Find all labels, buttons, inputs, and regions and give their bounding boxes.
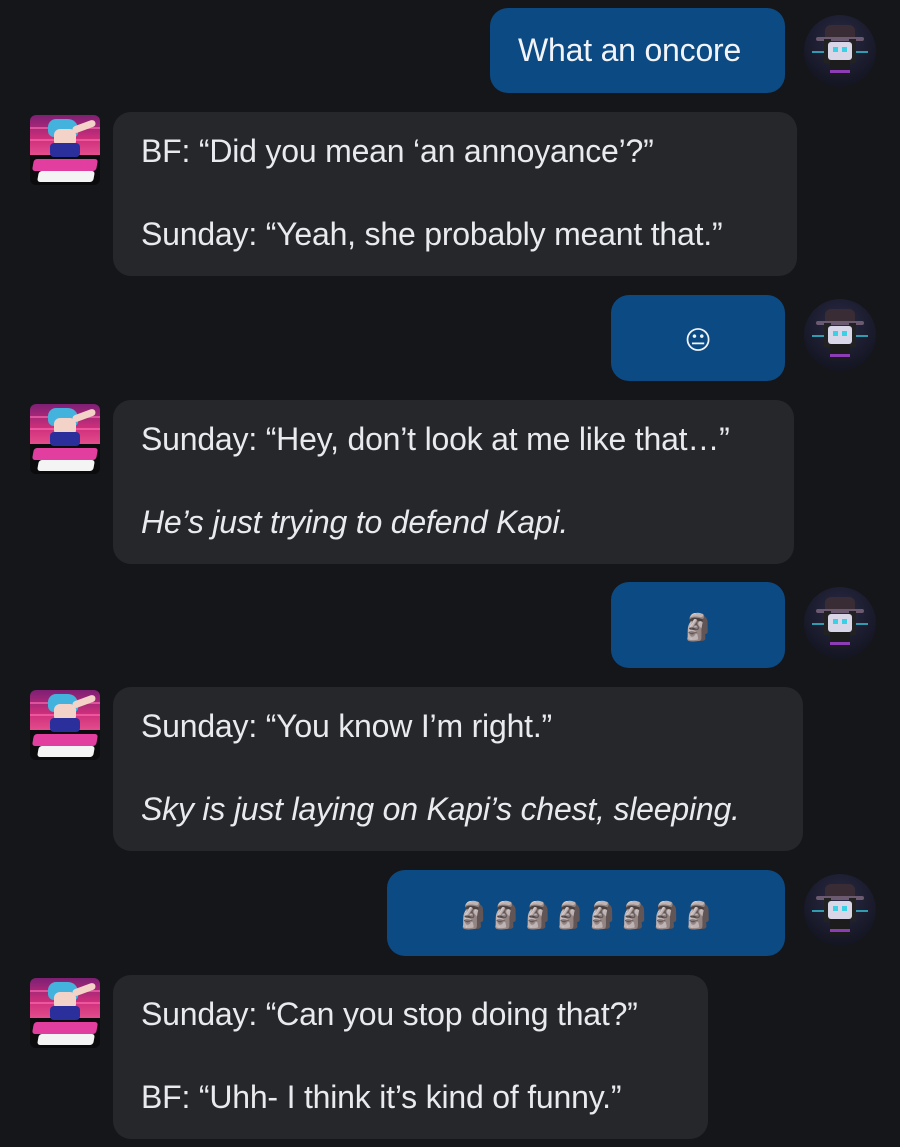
- message-text: 🗿: [681, 612, 715, 642]
- message-text: 🗿🗿🗿🗿🗿🗿🗿🗿: [457, 900, 715, 930]
- message-row: 🗿🗿🗿🗿🗿🗿🗿🗿: [0, 860, 900, 965]
- user-message-bubble[interactable]: 😐: [611, 295, 785, 381]
- message-row: Sunday: “Can you stop doing that?” BF: “…: [0, 965, 900, 1147]
- bot-avatar-icon[interactable]: [30, 978, 100, 1048]
- message-text: 😐: [684, 325, 712, 355]
- message-line: BF: “Uhh- I think it’s kind of funny.”: [141, 1079, 622, 1115]
- message-row: 🗿: [0, 575, 900, 680]
- message-row: BF: “Did you mean ‘an annoyance’?” Sunda…: [0, 100, 900, 285]
- user-message-bubble[interactable]: 🗿🗿🗿🗿🗿🗿🗿🗿: [387, 870, 785, 956]
- user-avatar-icon[interactable]: [804, 587, 876, 659]
- message-line-action: He’s just trying to defend Kapi.: [141, 504, 569, 540]
- bot-message-bubble[interactable]: Sunday: “Hey, don’t look at me like that…: [113, 400, 794, 564]
- bot-message-bubble[interactable]: Sunday: “Can you stop doing that?” BF: “…: [113, 975, 708, 1139]
- message-row: Sunday: “Hey, don’t look at me like that…: [0, 390, 900, 575]
- bot-avatar-icon[interactable]: [30, 115, 100, 185]
- bot-avatar-icon[interactable]: [30, 404, 100, 474]
- user-avatar-icon[interactable]: [804, 874, 876, 946]
- message-row: 😐: [0, 285, 900, 390]
- message-line: Sunday: “You know I’m right.”: [141, 708, 552, 744]
- bot-avatar-icon[interactable]: [30, 690, 100, 760]
- message-line: Sunday: “Hey, don’t look at me like that…: [141, 421, 730, 457]
- message-line: Sunday: “Can you stop doing that?”: [141, 996, 638, 1032]
- user-avatar-icon[interactable]: [804, 15, 876, 87]
- message-line: BF: “Did you mean ‘an annoyance’?”: [141, 133, 654, 169]
- bot-message-bubble[interactable]: BF: “Did you mean ‘an annoyance’?” Sunda…: [113, 112, 797, 276]
- message-row: Sunday: “You know I’m right.” Sky is jus…: [0, 680, 900, 860]
- message-line-action: Sky is just laying on Kapi’s chest, slee…: [141, 791, 740, 827]
- message-line: Sunday: “Yeah, she probably meant that.”: [141, 216, 723, 252]
- message-text: What an oncore: [518, 32, 742, 68]
- bot-message-bubble[interactable]: Sunday: “You know I’m right.” Sky is jus…: [113, 687, 803, 851]
- message-row: What an oncore: [0, 0, 900, 100]
- user-avatar-icon[interactable]: [804, 299, 876, 371]
- user-message-bubble[interactable]: What an oncore: [490, 8, 785, 93]
- user-message-bubble[interactable]: 🗿: [611, 582, 785, 668]
